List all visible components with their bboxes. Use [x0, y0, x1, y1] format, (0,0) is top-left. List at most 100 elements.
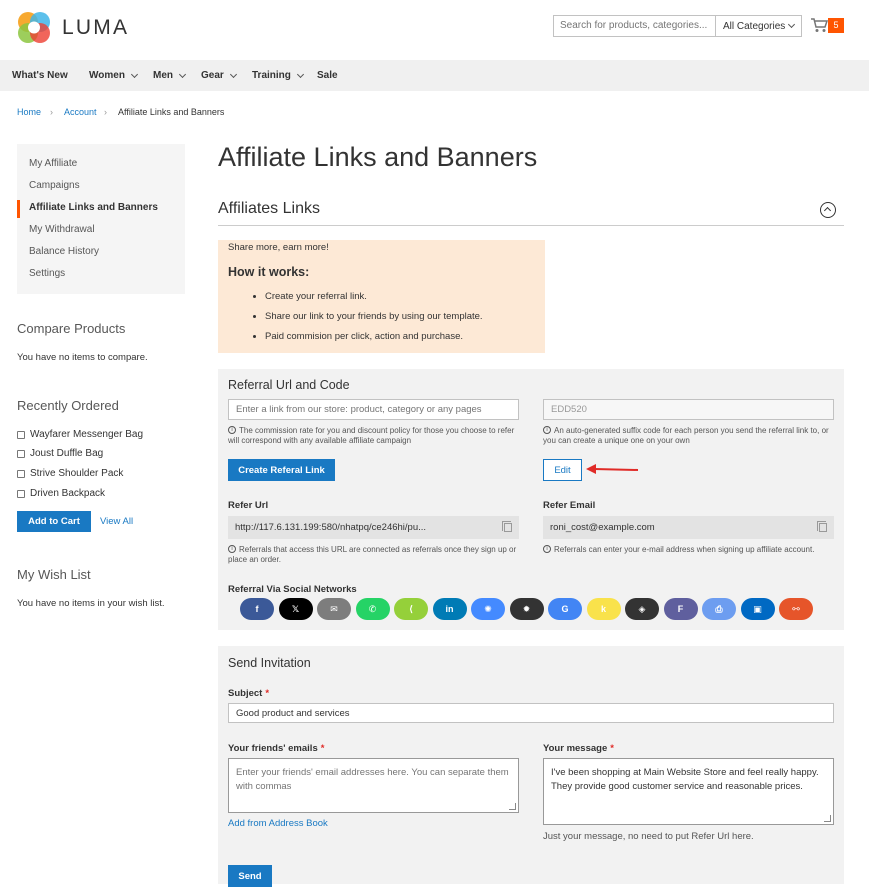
sidebar-item-balance-history[interactable]: Balance History: [29, 246, 99, 257]
link-note-text: The commission rate for you and discount…: [228, 426, 515, 445]
code-note: i An auto-generated suffix code for each …: [543, 426, 835, 446]
category-select[interactable]: All Categories: [715, 15, 802, 37]
refer-email-field[interactable]: roni_cost@example.com: [543, 516, 834, 539]
recent-item[interactable]: Wayfarer Messenger Bag: [17, 429, 143, 440]
sidebar-item-my-affiliate[interactable]: My Affiliate: [29, 158, 77, 169]
collapse-icon[interactable]: [820, 202, 836, 218]
red-arrow-annotation-icon: [586, 464, 639, 474]
compare-title: Compare Products: [17, 321, 126, 336]
google-icon[interactable]: G: [548, 598, 582, 620]
checkbox[interactable]: [17, 430, 25, 439]
link-icon[interactable]: ⚯: [779, 598, 813, 620]
list-item: Share our link to your friends by using …: [265, 307, 483, 327]
luma-logo-icon[interactable]: [15, 10, 53, 45]
layers-icon[interactable]: ◈: [625, 598, 659, 620]
nav-men[interactable]: Men: [153, 70, 187, 81]
copy-icon[interactable]: [502, 521, 512, 532]
info-icon: i: [543, 426, 551, 434]
invitation-title: Send Invitation: [228, 656, 311, 670]
code-note-text: An auto-generated suffix code for each p…: [543, 426, 829, 445]
sidebar-item-campaigns[interactable]: Campaigns: [29, 180, 80, 191]
recent-item[interactable]: Strive Shoulder Pack: [17, 468, 123, 479]
required-mark: *: [320, 743, 325, 754]
info-how-title: How it works:: [228, 265, 310, 279]
section-divider: [218, 225, 844, 226]
nav-label: Gear: [201, 70, 224, 81]
resize-handle-icon[interactable]: [824, 815, 831, 822]
referral-link-input[interactable]: Enter a link from our store: product, ca…: [228, 399, 519, 420]
address-book-link[interactable]: Add from Address Book: [228, 818, 328, 829]
print-icon[interactable]: ⎙: [702, 598, 736, 620]
nav-gear[interactable]: Gear: [201, 70, 237, 81]
breadcrumb-account-link[interactable]: Account: [64, 107, 97, 117]
checkbox[interactable]: [17, 489, 25, 498]
chevron-down-icon: [296, 70, 304, 78]
recent-item-label[interactable]: Joust Duffle Bag: [30, 448, 103, 459]
nav-whats-new[interactable]: What's New: [12, 70, 68, 81]
sidebar-item-settings[interactable]: Settings: [29, 268, 65, 279]
breadcrumb-home-link[interactable]: Home: [17, 107, 41, 117]
add-to-cart-button[interactable]: Add to Cart: [17, 511, 91, 532]
cart-count-badge[interactable]: 5: [828, 18, 844, 33]
referral-code-input[interactable]: EDD520: [543, 399, 834, 420]
f-icon[interactable]: F: [663, 598, 698, 620]
breadcrumb-account[interactable]: Account: [64, 107, 97, 117]
refer-email-note: i Referrals can enter your e-mail address…: [543, 545, 835, 555]
friends-emails-textarea[interactable]: Enter your friends' email addresses here…: [228, 758, 519, 813]
nav-label: Training: [252, 70, 291, 81]
share-icon[interactable]: ⟨: [394, 598, 428, 620]
resize-handle-icon[interactable]: [509, 803, 516, 810]
checkbox[interactable]: [17, 449, 25, 458]
message-textarea[interactable]: I've been shopping at Main Website Store…: [543, 758, 834, 825]
chevron-down-icon: [787, 20, 796, 29]
checkbox[interactable]: [17, 469, 25, 478]
sidebar-item-affiliate-links[interactable]: Affiliate Links and Banners: [29, 202, 158, 213]
whatsapp-icon[interactable]: ✆: [355, 598, 390, 620]
facebook-icon[interactable]: f: [240, 598, 274, 620]
edit-code-button[interactable]: Edit: [543, 459, 582, 481]
refer-url-note: i Referrals that access this URL are conn…: [228, 545, 520, 565]
refer-url-field[interactable]: http://117.6.131.199:580/nhatpq/ce246hi/…: [228, 516, 519, 539]
recent-item-label[interactable]: Wayfarer Messenger Bag: [30, 429, 143, 440]
list-item: Paid commision per click, action and pur…: [265, 327, 483, 347]
breadcrumb-current: Affiliate Links and Banners: [118, 107, 225, 117]
breadcrumb-separator-icon: ›: [104, 107, 107, 117]
info-icon: i: [543, 545, 551, 553]
message-label: Your message *: [543, 743, 614, 754]
k-icon[interactable]: k: [586, 598, 621, 620]
message-note: Just your message, no need to put Refer …: [543, 831, 754, 842]
referral-title: Referral Url and Code: [228, 378, 350, 392]
recent-item[interactable]: Driven Backpack: [17, 488, 105, 499]
nav-label: Men: [153, 70, 173, 81]
cart-icon[interactable]: [810, 17, 828, 33]
trello-icon[interactable]: ▣: [740, 598, 775, 620]
create-referral-link-button[interactable]: Create Referal Link: [228, 459, 335, 481]
message-label-text: Your message: [543, 743, 608, 754]
subject-label-text: Subject: [228, 688, 263, 699]
nav-training[interactable]: Training: [252, 70, 304, 81]
category-select-value: All Categories: [723, 20, 786, 32]
breadcrumb-home[interactable]: Home: [17, 107, 41, 117]
nav-sale[interactable]: Sale: [317, 70, 338, 81]
nav-label: Women: [89, 70, 125, 81]
view-all-link[interactable]: View All: [100, 516, 133, 527]
sidebar-item-my-withdrawal[interactable]: My Withdrawal: [29, 224, 95, 235]
recent-item-label[interactable]: Driven Backpack: [30, 488, 105, 499]
email-icon[interactable]: ✉: [317, 598, 351, 620]
subject-input[interactable]: Good product and services: [228, 703, 834, 723]
bug-icon[interactable]: ✹: [509, 598, 544, 620]
recent-item-label[interactable]: Strive Shoulder Pack: [30, 468, 123, 479]
logo-text[interactable]: LUMA: [62, 16, 129, 40]
search-input[interactable]: Search for products, categories...: [553, 15, 715, 37]
nav-women[interactable]: Women: [89, 70, 138, 81]
x-icon[interactable]: 𝕏: [278, 598, 313, 620]
refer-url-value: http://117.6.131.199:580/nhatpq/ce246hi/…: [235, 522, 427, 533]
recent-item[interactable]: Joust Duffle Bag: [17, 448, 103, 459]
messenger-icon[interactable]: ✺: [471, 598, 505, 620]
compare-empty-text: You have no items to compare.: [17, 352, 148, 363]
linkedin-icon[interactable]: in: [432, 598, 467, 620]
info-icon: i: [228, 426, 236, 434]
copy-icon[interactable]: [817, 521, 827, 532]
message-text: I've been shopping at Main Website Store…: [551, 767, 819, 792]
refer-email-value: roni_cost@example.com: [550, 522, 655, 533]
